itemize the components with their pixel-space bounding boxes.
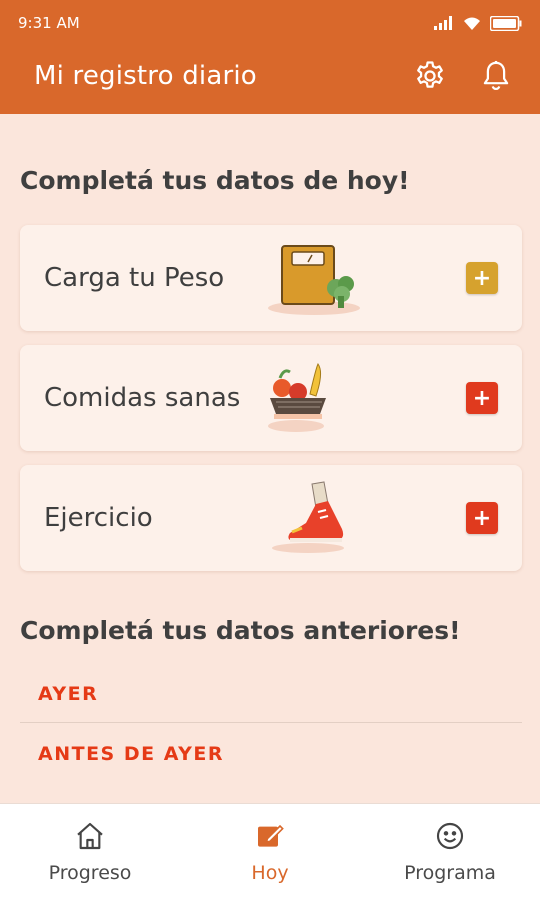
status-bar: 9:31 AM (0, 0, 540, 46)
add-food-button[interactable]: + (466, 382, 498, 414)
nav-label: Programa (404, 862, 496, 884)
row-label: AYER (38, 682, 99, 705)
nav-item-hoy[interactable]: Hoy (180, 804, 360, 900)
status-time: 9:31 AM (18, 14, 80, 32)
today-heading: Completá tus datos de hoy! (20, 166, 410, 195)
battery-icon (490, 15, 522, 31)
scale-broccoli-icon (266, 238, 366, 318)
wifi-icon (464, 17, 480, 30)
food-bowl-icon (266, 358, 366, 438)
bell-icon (483, 60, 509, 91)
smiley-icon (432, 818, 468, 854)
page-title: Mi registro diario (34, 61, 257, 91)
home-icon (72, 818, 108, 854)
settings-button[interactable] (412, 58, 448, 94)
card-label: Carga tu Peso (44, 263, 225, 293)
sneaker-icon (266, 478, 366, 558)
previous-heading: Completá tus datos anteriores! (20, 616, 461, 645)
notifications-button[interactable] (478, 58, 514, 94)
status-icons (434, 15, 522, 31)
card-label: Ejercicio (44, 503, 153, 533)
weight-card[interactable]: Carga tu Peso + (20, 225, 522, 331)
add-weight-button[interactable]: + (466, 262, 498, 294)
app-bar-actions (412, 58, 514, 94)
title-row: Mi registro diario (0, 46, 540, 106)
row-label: ANTES DE AYER (38, 743, 224, 765)
gear-icon (417, 61, 443, 88)
nav-label: Hoy (251, 862, 289, 884)
app-bar: 9:31 AM Mi registro diario (0, 0, 540, 114)
bottom-nav: Progreso Hoy Programa (0, 803, 540, 900)
add-exercise-button[interactable]: + (466, 502, 498, 534)
nav-item-programa[interactable]: Programa (360, 804, 540, 900)
nav-item-progreso[interactable]: Progreso (0, 804, 180, 900)
signal-icon (434, 16, 452, 30)
healthy-food-card[interactable]: Comidas sanas + (20, 345, 522, 451)
edit-note-icon (252, 818, 288, 854)
card-label: Comidas sanas (44, 383, 241, 413)
day-before-yesterday-row[interactable]: ANTES DE AYER (20, 725, 522, 783)
yesterday-row[interactable]: AYER (20, 665, 522, 723)
nav-label: Progreso (48, 862, 132, 884)
exercise-card[interactable]: Ejercicio + (20, 465, 522, 571)
